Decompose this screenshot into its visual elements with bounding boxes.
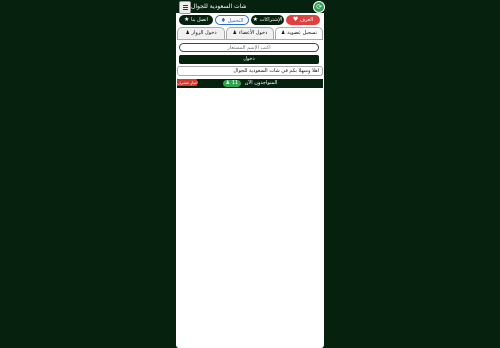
app-title: شات السعودية للجوال [191,3,247,10]
login-button[interactable]: دخول [179,55,319,64]
username-input[interactable] [179,43,319,52]
menu-button[interactable] [179,1,191,14]
online-users-list [177,88,323,346]
online-label: المتواجدون الآن [244,80,278,86]
tab-member-login[interactable]: ♟ دخول الأعضاء [226,27,274,39]
subscriptions-button[interactable]: ★ الإشتراكات [251,15,284,25]
hamburger-icon [182,5,188,6]
tab-visitor-login[interactable]: ♟ دخول الزوار [177,27,225,39]
online-users-bar[interactable]: ♟ 11 المتواجدون الآن [177,79,323,88]
welcome-message: اهلا وسهلا بكم في شات السعودية للجوال [177,66,323,76]
download-button[interactable]: ♦ التحميل [215,15,249,25]
star-icon: ★ [252,16,259,23]
online-count-badge: ♟ 11 [222,80,242,87]
contact-us-button[interactable]: ★ اتصل بنا [179,15,213,25]
heart-icon: ♥ [292,16,299,23]
login-tabs: ♟ دخول الزوار ♟ دخول الأعضاء ♟ تسجيل عضو… [177,27,323,39]
diamond-icon: ♦ [220,17,226,24]
rooms-button[interactable]: ♥ الغرف [286,15,320,25]
user-icon: ♟ [280,30,286,36]
user-icon: ♟ [225,80,231,86]
refresh-icon[interactable]: ⟳ [313,1,325,13]
user-icon: ♟ [185,30,190,36]
star-icon: ★ [184,16,190,23]
user-icon: ♟ [232,30,238,36]
tab-register[interactable]: ♟ تسجيل عضوية [275,27,323,39]
notify-admin-button[interactable]: اخبار مشرف [177,79,198,86]
